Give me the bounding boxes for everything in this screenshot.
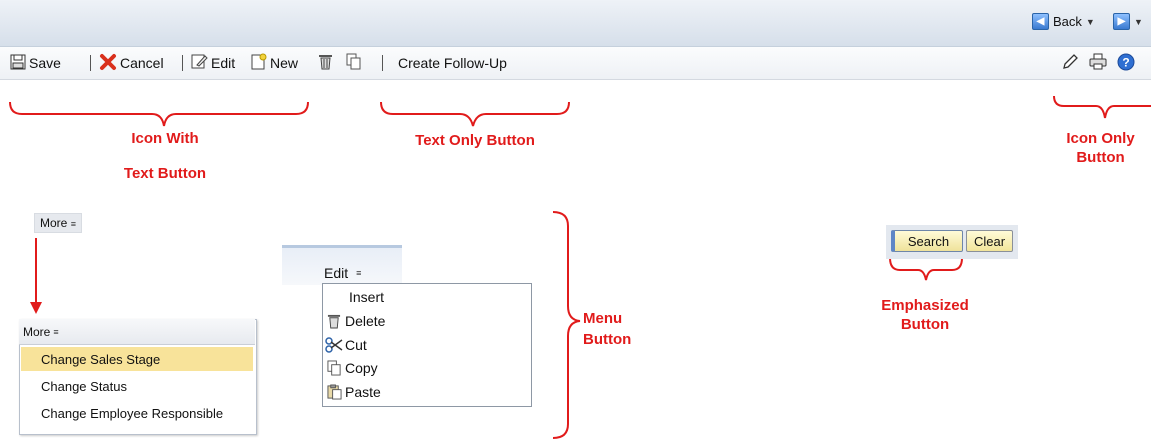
edit-menu-item-paste[interactable]: Paste xyxy=(323,380,529,403)
annotation-menu-line1: Menu xyxy=(583,310,623,327)
annotation-icon-only-line1: Icon Only xyxy=(1066,130,1135,147)
search-label: Search xyxy=(907,233,950,249)
more-menu-header-button[interactable]: More ≡ xyxy=(19,319,255,345)
edit-menu-item-delete[interactable]: Delete xyxy=(323,309,529,332)
more-menu-button[interactable]: More ≡ xyxy=(34,213,82,233)
annotation-icon-with-text-line2: Text Button xyxy=(123,165,207,182)
more-menu-item-label: Change Employee Responsible xyxy=(41,405,224,421)
edit-menu-item-label: Paste xyxy=(345,383,381,400)
edit-menu-item-label: Insert xyxy=(349,288,385,305)
more-menu-item[interactable]: Change Sales Stage xyxy=(21,347,253,371)
annotation-emphasized-line2: Button xyxy=(900,316,950,333)
paste-icon xyxy=(323,384,345,400)
annotation-icon-only-line2: Button xyxy=(1076,149,1125,166)
delete-icon xyxy=(323,313,345,329)
annotation-menu-line2: Button xyxy=(583,331,632,348)
edit-dropdown-menu: Insert Delete Cut Copy Paste xyxy=(322,283,532,407)
edit-menu-item-label: Cut xyxy=(345,336,367,353)
edit-menu-item-cut[interactable]: Cut xyxy=(323,333,529,356)
more-menu-item[interactable]: Change Status xyxy=(21,374,253,398)
chevron-down-icon: ≡ xyxy=(53,326,59,337)
annotation-emphasized-line1: Emphasized xyxy=(881,297,969,314)
edit-menu-item-insert[interactable]: Insert xyxy=(323,285,555,308)
copy-icon xyxy=(323,360,345,376)
edit-menu-item-copy[interactable]: Copy xyxy=(323,356,529,379)
more-menu-item-label: Change Status xyxy=(41,378,128,394)
edit-menu-item-label: Copy xyxy=(345,359,378,376)
clear-label: Clear xyxy=(973,233,1006,249)
edit-menu-item-label: Delete xyxy=(345,312,386,329)
more-label: More xyxy=(40,216,68,230)
clear-button[interactable]: Clear xyxy=(966,230,1013,252)
search-button[interactable]: Search xyxy=(891,230,963,252)
search-button-area: Search Clear xyxy=(886,225,1018,259)
annotation-icon-with-text-line1: Icon With xyxy=(131,130,199,147)
more-menu-item-label: Change Sales Stage xyxy=(41,351,161,367)
chevron-down-icon: ≡ xyxy=(356,268,362,278)
edit-menu-bar: Edit ≡ xyxy=(282,245,402,285)
more-label: More xyxy=(23,324,51,339)
cut-icon xyxy=(323,336,345,353)
edit-menu-label: Edit xyxy=(324,265,349,281)
chevron-down-icon: ≡ xyxy=(70,219,76,229)
more-menu-item[interactable]: Change Employee Responsible xyxy=(21,401,253,425)
edit-menu-button[interactable]: Edit ≡ xyxy=(324,265,361,281)
annotation-text-only: Text Only Button xyxy=(415,132,535,149)
